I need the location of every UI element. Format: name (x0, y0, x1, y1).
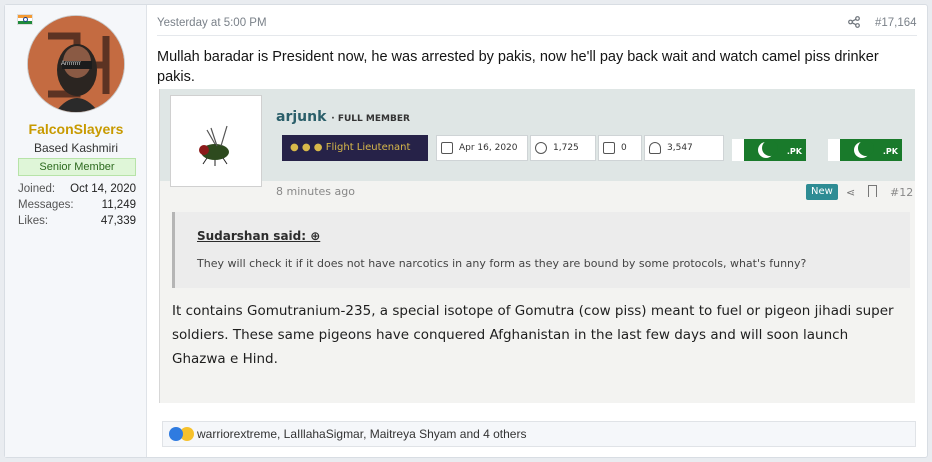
forum-post: Arrrrrrrr FalconSlayers Based Kashmiri S… (4, 4, 928, 458)
new-badge: New (806, 184, 838, 200)
post-body-text: Mullah baradar is President now, he was … (157, 49, 879, 85)
user-stats: Joined: Oct 14, 2020 Messages: 11,249 Li… (18, 181, 136, 229)
embedded-post-number: #12 (890, 186, 914, 199)
header-divider (157, 35, 917, 36)
embedded-username: arjunk · FULL MEMBER (276, 109, 410, 125)
embedded-rank-badge: ● ● ● Flight Lieutenant (282, 135, 428, 161)
embedded-body-text: It contains Gomutranium-235, a special i… (172, 303, 894, 367)
avatar-caption: Arrrrrrrr (61, 61, 81, 67)
embedded-stat-messages: 1,725 (530, 135, 596, 161)
reactions-bar[interactable]: warriorextreme, LaIllahaSigmar, Maitreya… (162, 421, 916, 447)
embedded-rank: · FULL MEMBER (331, 114, 410, 124)
pakistan-flag-icon: .PK (732, 139, 806, 161)
stat-messages: Messages: 11,249 (18, 199, 136, 211)
calendar-icon (441, 142, 453, 154)
embedded-stat-points: 3,547 (644, 135, 724, 161)
pakistan-flag-icon: .PK (828, 139, 902, 161)
bookmark-icon (868, 185, 877, 197)
india-flag-icon (17, 14, 33, 25)
fly-icon (199, 125, 229, 166)
embedded-share-icon: ⋖ (846, 186, 856, 199)
embedded-avatar (170, 95, 262, 187)
avatar[interactable]: Arrrrrrrr (27, 15, 125, 113)
stat-joined: Joined: Oct 14, 2020 (18, 183, 136, 195)
embedded-post-header: arjunk · FULL MEMBER ● ● ● Flight Lieute… (160, 89, 915, 187)
embedded-quote: Sudarshan said: ⊕ They will check it if … (172, 212, 910, 288)
trophy-icon (649, 142, 661, 154)
user-title: Based Kashmiri (33, 141, 119, 155)
username[interactable]: FalconSlayers (5, 121, 147, 137)
embedded-screenshot[interactable]: arjunk · FULL MEMBER ● ● ● Flight Lieute… (159, 89, 915, 403)
messages-icon (535, 142, 547, 154)
quote-text: They will check it if it does not have n… (197, 257, 807, 270)
user-banner: Senior Member (18, 158, 136, 176)
post-number[interactable]: #17,164 (875, 17, 917, 29)
share-icon[interactable] (848, 16, 860, 28)
embedded-stat-reactions: 0 (598, 135, 642, 161)
reactions-list[interactable]: warriorextreme, LaIllahaSigmar, Maitreya… (197, 427, 526, 441)
quote-author: Sudarshan said: ⊕ (197, 229, 321, 243)
post-timestamp[interactable]: Yesterday at 5:00 PM (157, 17, 267, 29)
like-reaction-icon (169, 427, 183, 441)
user-info-panel: Arrrrrrrr FalconSlayers Based Kashmiri S… (5, 5, 147, 457)
embedded-stat-joined: Apr 16, 2020 (436, 135, 528, 161)
embedded-timestamp: 8 minutes ago (276, 185, 355, 198)
thumbs-up-icon (603, 142, 615, 154)
stat-likes: Likes: 47,339 (18, 215, 136, 227)
